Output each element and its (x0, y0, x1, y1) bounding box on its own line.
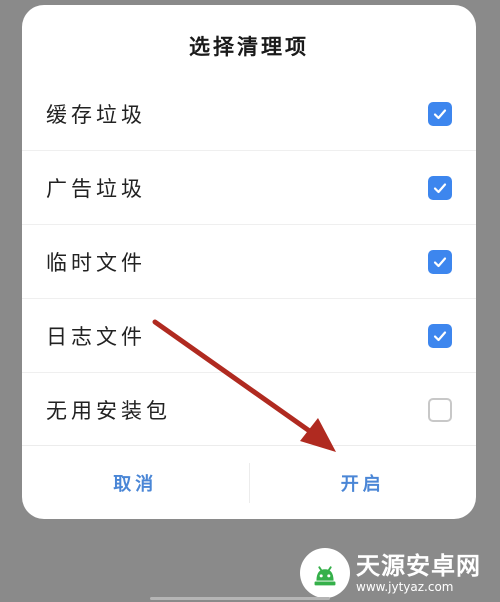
option-label: 广告垃圾 (46, 176, 146, 201)
option-list: 缓存垃圾 广告垃圾 临时文件 日志文件 无用安装包 (22, 77, 476, 446)
enable-button[interactable]: 开启 (250, 446, 477, 519)
dialog-button-bar: 取消 开启 (22, 445, 476, 519)
watermark-name: 天源安卓网 (356, 552, 481, 580)
home-indicator[interactable] (150, 597, 330, 600)
checkbox-checked[interactable] (428, 323, 452, 348)
option-label: 临时文件 (46, 250, 146, 275)
check-icon (433, 330, 447, 341)
checkbox-checked[interactable] (428, 175, 452, 200)
android-logo-icon (300, 548, 350, 598)
check-icon (433, 108, 447, 119)
option-log-files[interactable]: 日志文件 (22, 299, 476, 373)
cancel-button[interactable]: 取消 (22, 446, 249, 519)
option-cache-junk[interactable]: 缓存垃圾 (22, 77, 476, 151)
checkbox-unchecked[interactable] (428, 397, 452, 422)
site-watermark: 天源安卓网 www.jytyaz.com (300, 548, 495, 598)
option-temp-files[interactable]: 临时文件 (22, 225, 476, 299)
watermark-text: 天源安卓网 www.jytyaz.com (356, 552, 481, 594)
option-unused-apks[interactable]: 无用安装包 (22, 373, 476, 446)
check-icon (433, 256, 447, 267)
dialog-title: 选择清理项 (189, 35, 309, 59)
checkbox-checked[interactable] (428, 249, 452, 274)
option-label: 日志文件 (46, 324, 146, 349)
option-label: 无用安装包 (46, 398, 171, 423)
option-label: 缓存垃圾 (46, 102, 146, 127)
clean-items-dialog: 选择清理项 缓存垃圾 广告垃圾 临时文件 日志文件 无用安装包 取消 开启 (22, 5, 476, 519)
checkbox-checked[interactable] (428, 101, 452, 126)
watermark-url: www.jytyaz.com (356, 580, 454, 594)
check-icon (433, 182, 447, 193)
option-ad-junk[interactable]: 广告垃圾 (22, 151, 476, 225)
